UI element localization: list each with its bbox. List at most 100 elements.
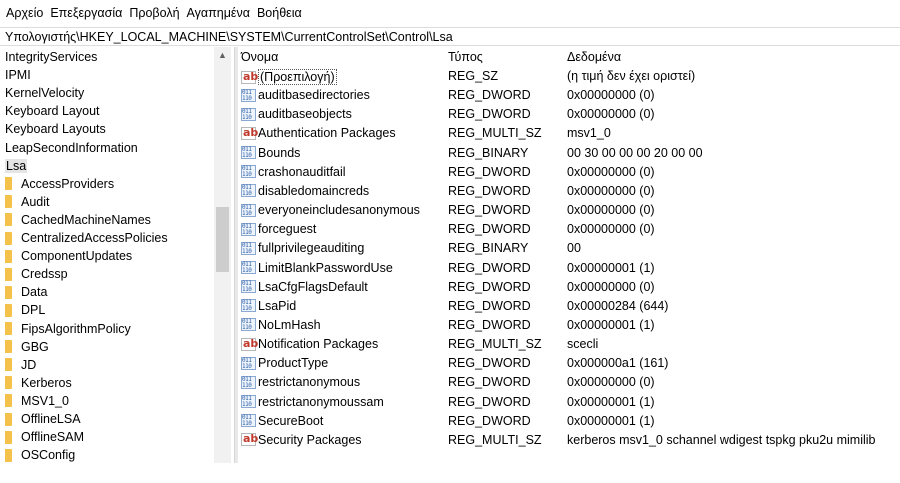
value-data: 0x00000001 (1) [567,413,655,428]
menu-file[interactable]: Αρχείο [6,6,43,20]
value-data: 0x00000284 (644) [567,298,669,313]
binary-value-icon [241,203,256,217]
tree-item-child[interactable]: FipsAlgorithmPolicy [0,320,131,338]
value-name: auditbasedirectories [258,88,370,103]
tree-item-label: Audit [21,194,50,209]
menu-bar: Αρχείο Επεξεργασία Προβολή Αγαπημένα Βοή… [0,0,900,26]
value-name-cell: (Προεπιλογή) [241,69,337,85]
tree-item-child[interactable]: DPL [0,301,45,319]
tree-item-label: OSConfig [21,448,76,463]
string-value-icon [241,337,258,351]
binary-value-icon [241,222,256,236]
tree-item-child[interactable]: CentralizedAccessPolicies [0,229,168,247]
scroll-up-arrow-icon[interactable]: ▲ [218,51,227,60]
table-row[interactable]: NoLmHash REG_DWORD 0x00000001 (1) [239,316,900,335]
value-data: 0x00000000 (0) [567,203,655,218]
column-header-name[interactable]: Όνομα [241,50,278,64]
table-row[interactable]: LsaPid REG_DWORD 0x00000284 (644) [239,297,900,316]
value-name-cell: auditbaseobjects [241,107,352,121]
tree-item-child[interactable]: ComponentUpdates [0,247,132,265]
table-row[interactable]: restrictanonymous REG_DWORD 0x00000000 (0) [239,373,900,392]
value-name-cell: Notification Packages [241,337,378,351]
tree-item[interactable]: Keyboard Layouts [0,120,106,138]
value-type: REG_MULTI_SZ [448,126,542,141]
value-name: ProductType [258,356,329,371]
address-bar[interactable]: Υπολογιστής\HKEY_LOCAL_MACHINE\SYSTEM\Cu… [0,27,900,46]
tree-item-child[interactable]: OfflineSAM [0,428,84,446]
column-header-type[interactable]: Τύπος [448,50,483,64]
tree-item-label: FipsAlgorithmPolicy [21,321,131,336]
value-type: REG_DWORD [448,279,531,294]
value-name: forceguest [258,222,317,237]
tree-item-child[interactable]: Credssp [0,265,68,283]
table-row[interactable]: SecureBoot REG_DWORD 0x00000001 (1) [239,412,900,431]
table-row[interactable]: LimitBlankPasswordUse REG_DWORD 0x00000001… [239,259,900,278]
value-name: Notification Packages [258,337,379,352]
menu-view[interactable]: Προβολή [129,6,179,20]
table-row[interactable]: forceguest REG_DWORD 0x00000000 (0) [239,220,900,239]
table-row[interactable]: Security Packages REG_MULTI_SZ kerberos ms… [239,431,900,450]
value-data: 0x00000000 (0) [567,375,655,390]
folder-icon [5,394,12,408]
table-row[interactable]: auditbasedirectories REG_DWORD 0x00000000 … [239,86,900,105]
table-row[interactable]: Authentication Packages REG_MULTI_SZ msv1_… [239,124,900,143]
value-data: 0x00000000 (0) [567,279,655,294]
menu-edit[interactable]: Επεξεργασία [50,6,122,20]
menu-favorites[interactable]: Αγαπημένα [187,6,250,20]
table-row[interactable]: LsaCfgFlagsDefault REG_DWORD 0x00000000 (0… [239,278,900,297]
menu-help[interactable]: Βοήθεια [257,6,302,20]
binary-value-icon [241,88,256,102]
tree-item-child[interactable]: Kerberos [0,374,72,392]
tree-item-child[interactable]: CachedMachineNames [0,211,151,229]
tree-item-label: OfflineLSA [21,412,81,426]
tree-item-label: Kerberos [21,375,72,390]
value-type: REG_DWORD [448,183,531,198]
table-row[interactable]: disabledomaincreds REG_DWORD 0x00000000 (0… [239,182,900,201]
value-name: SecureBoot [258,413,324,428]
tree-item-label: DPL [21,303,46,318]
folder-icon [5,376,12,390]
scrollbar-thumb[interactable] [216,207,229,272]
folder-icon [5,285,12,299]
tree-item[interactable]: Keyboard Layout [0,102,100,120]
value-data: 0x00000000 (0) [567,107,655,122]
value-data: 00 [567,241,581,256]
table-row[interactable]: (Προεπιλογή) REG_SZ (η τιμή δεν έχει οριστ… [239,67,900,86]
table-row[interactable]: everyoneincludesanonymous REG_DWORD 0x0000… [239,201,900,220]
tree-item[interactable]: KernelVelocity [0,84,84,102]
column-header-data[interactable]: Δεδομένα [567,50,621,64]
tree-item-child[interactable]: GBG [0,338,49,356]
pane-splitter[interactable] [234,47,238,463]
folder-icon [5,195,12,209]
table-row[interactable]: auditbaseobjects REG_DWORD 0x00000000 (0) [239,105,900,124]
tree-item-label: IntegrityServices [5,50,98,64]
tree-item-child[interactable]: Data [0,283,47,301]
tree-item[interactable]: LeapSecondInformation [0,139,138,157]
tree-item[interactable]: Lsa [0,157,28,175]
table-row[interactable]: restrictanonymoussam REG_DWORD 0x00000001 … [239,393,900,412]
table-row[interactable]: crashonauditfail REG_DWORD 0x00000000 (0) [239,163,900,182]
folder-icon [5,430,12,444]
table-row[interactable]: fullprivilegeauditing REG_BINARY 00 [239,239,900,258]
tree-item-child[interactable]: JD [0,356,36,374]
tree-scrollbar[interactable]: ▲ [214,47,231,463]
value-name-cell: forceguest [241,222,316,236]
tree-item-child[interactable]: AccessProviders [0,175,114,193]
tree-item-label: JD [21,357,37,372]
tree-item-label: Credssp [21,267,68,282]
tree-item-child[interactable]: OfflineLSA [0,410,81,428]
tree-item-label: CentralizedAccessPolicies [21,231,168,245]
value-type: REG_DWORD [448,164,531,179]
value-name: crashonauditfail [258,164,346,179]
tree-item[interactable]: IntegrityServices [0,48,97,66]
tree-item[interactable]: IPMI [0,66,31,84]
tree-item-child[interactable]: Audit [0,193,50,211]
value-name-cell: crashonauditfail [241,165,346,179]
value-name: Authentication Packages [258,126,396,141]
table-row[interactable]: Notification Packages REG_MULTI_SZ scecli [239,335,900,354]
table-row[interactable]: Bounds REG_BINARY 00 30 00 00 00 20 00 00 [239,144,900,163]
tree-item-child[interactable]: OSConfig [0,446,75,463]
folder-icon [5,358,12,372]
table-row[interactable]: ProductType REG_DWORD 0x000000a1 (161) [239,354,900,373]
tree-item-child[interactable]: MSV1_0 [0,392,69,410]
